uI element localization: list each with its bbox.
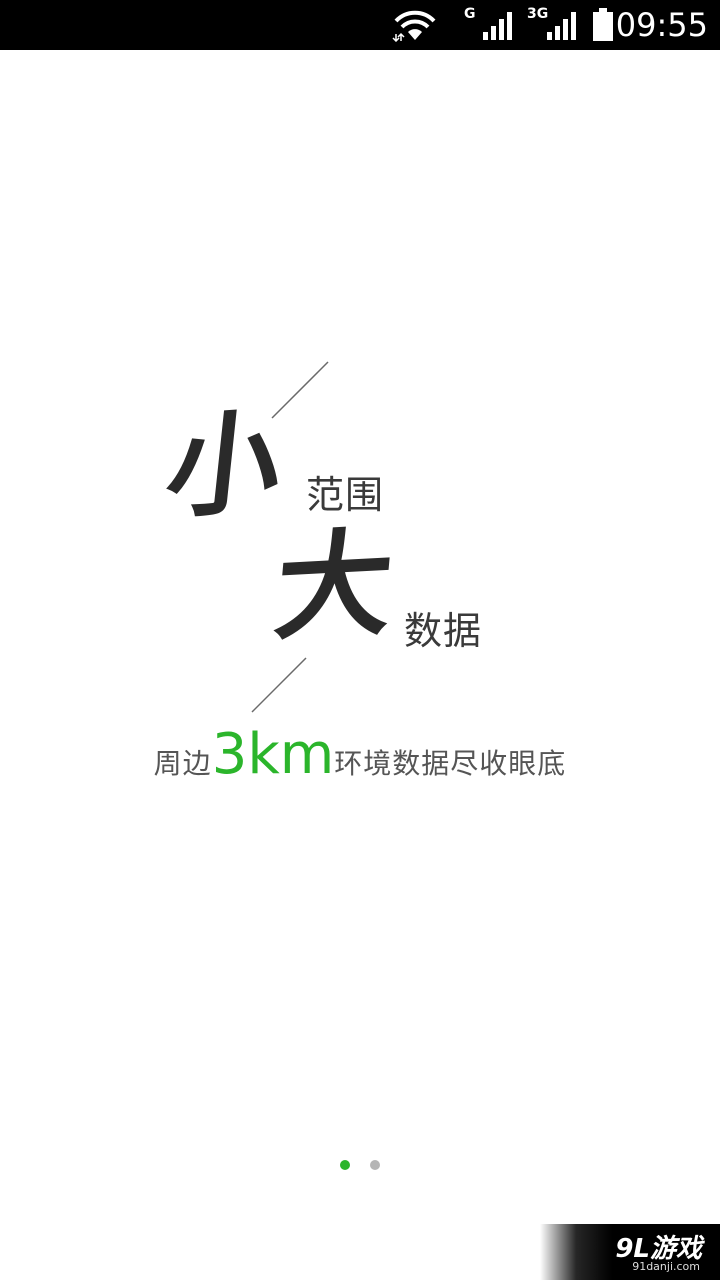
wifi-icon xyxy=(392,10,436,42)
watermark-url: 91danji.com xyxy=(632,1260,700,1273)
page-dot-1[interactable] xyxy=(340,1160,350,1170)
text-range: 范围 xyxy=(306,473,385,517)
splash-screen[interactable]: 小 范围 大 数据 周边3km环境数据尽收眼底 xyxy=(0,50,720,1280)
calligraphy-big: 大 xyxy=(269,515,399,657)
tagline-prefix: 周边 xyxy=(153,747,212,780)
network-type-label: G xyxy=(464,6,476,22)
status-bar: G 3G 09:55 xyxy=(0,0,720,50)
battery-icon xyxy=(593,8,613,41)
signal-icon xyxy=(483,12,512,40)
text-data: 数据 xyxy=(404,609,483,653)
tagline-suffix: 环境数据尽收眼底 xyxy=(334,747,567,780)
tagline: 周边3km环境数据尽收眼底 xyxy=(0,722,720,787)
watermark: 9L游戏 91danji.com xyxy=(540,1224,720,1280)
tagline-highlight: 3km xyxy=(211,722,335,787)
page-indicator xyxy=(0,1158,720,1172)
signal-icon-2 xyxy=(547,12,576,40)
clock: 09:55 xyxy=(615,6,708,44)
calligraphy-small: 小 xyxy=(160,396,288,535)
page-dot-2[interactable] xyxy=(370,1160,380,1170)
